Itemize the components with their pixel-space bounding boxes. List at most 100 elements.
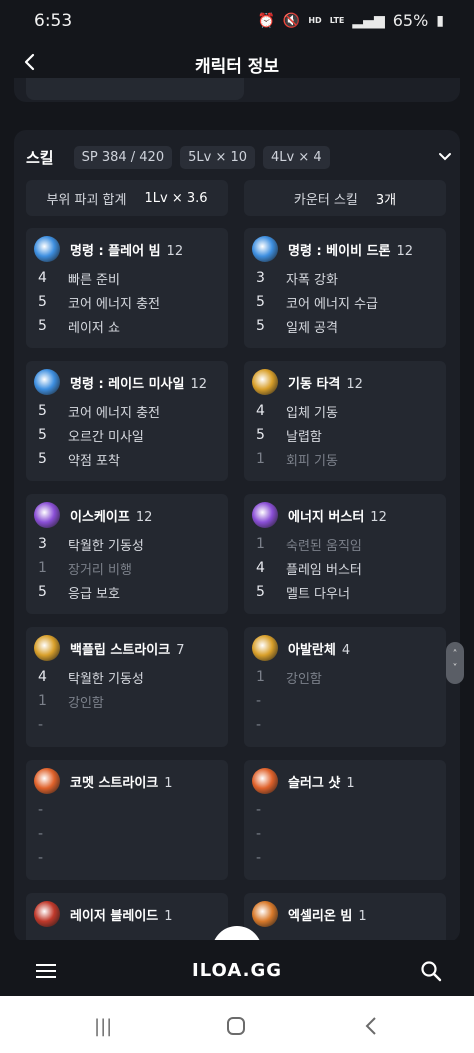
skill-level: 12 — [370, 510, 387, 525]
skill-card[interactable]: 명령 : 플레어 빔 12 4 빠른 준비 5 코어 에너지 충전 5 레이저 쇼 — [26, 228, 228, 348]
status-icons: ⏰ 🔇 HD LTE ▂▄▆ 65% ▮ — [257, 11, 444, 30]
tripod-row: - — [256, 800, 286, 820]
skill-icon — [34, 768, 60, 794]
tripod-row: 1 숙련된 움직임 — [256, 534, 362, 554]
tripod-row: 1 강인함 — [38, 691, 104, 711]
page-title: 캐릭터 정보 — [194, 57, 280, 77]
home-icon[interactable] — [226, 1016, 246, 1041]
tripod-name: 탁월한 기동성 — [68, 538, 144, 554]
tripod-name: 빠른 준비 — [68, 272, 120, 288]
hd-voice-icon: HD — [308, 15, 322, 25]
tripod-name: 장거리 비행 — [68, 562, 132, 578]
tripod-level: - — [38, 826, 44, 842]
skill-level: 12 — [166, 244, 184, 259]
skill-card[interactable]: 슬러그 샷 1 - - - — [244, 760, 446, 880]
skill-level: 12 — [396, 244, 414, 259]
tripod-row: 1 강인함 — [256, 667, 322, 687]
skill-level: 1 — [164, 909, 173, 924]
tripod-name: 레이저 쇼 — [68, 320, 120, 336]
tripod-row: 4 입체 기동 — [256, 401, 338, 421]
skill-icon — [252, 768, 278, 794]
tripod-level: 3 — [256, 270, 265, 286]
skill-card[interactable]: 엑셀리온 빔 1 — [244, 893, 446, 942]
skill-card[interactable]: 명령 : 베이비 드론 12 3 자폭 강화 5 코어 에너지 수급 5 일제 공격 — [244, 228, 446, 348]
counter-skill-summary: 카운터 스킬 3개 — [244, 180, 446, 216]
counter-skill-label: 카운터 스킬 — [293, 192, 358, 208]
tripod-level: 5 — [256, 584, 265, 600]
skill-card[interactable]: 코멧 스트라이크 1 - - - — [26, 760, 228, 880]
tripod-level: 5 — [256, 318, 265, 334]
tripod-name: 코어 에너지 충전 — [68, 296, 160, 312]
tripod-name: 강인함 — [286, 671, 322, 687]
skill-card[interactable]: 기동 타격 12 4 입체 기동 5 날렵함 1 회피 기동 — [244, 361, 446, 481]
skill-card[interactable]: 이스케이프 12 3 탁월한 기동성 1 장거리 비행 5 응급 보호 — [26, 494, 228, 614]
skill-name-text: 기동 타격 — [288, 377, 341, 392]
tripod-level: - — [256, 850, 262, 866]
tripod-row: 5 오르간 미사일 — [38, 425, 144, 445]
skill-icon — [252, 369, 278, 395]
skill-name-text: 명령 : 베이비 드론 — [288, 244, 391, 259]
tripod-level: 5 — [38, 584, 47, 600]
tripod-level: - — [256, 802, 262, 818]
skill-icon — [34, 236, 60, 262]
tripod-row: 5 레이저 쇼 — [38, 316, 120, 336]
skill-name: 코멧 스트라이크 1 — [70, 772, 173, 791]
tripod-name: 날렵함 — [286, 429, 322, 445]
tripod-level: - — [38, 802, 44, 818]
system-nav-bar: ||| — [0, 996, 474, 1053]
skill-card[interactable]: 레이저 블레이드 1 — [26, 893, 228, 942]
tripod-row: 5 응급 보호 — [38, 582, 120, 602]
skill-name-text: 코멧 스트라이크 — [70, 776, 159, 791]
tripod-level: - — [38, 717, 44, 733]
tripod-row: - — [38, 848, 68, 868]
battery-icon: ▮ — [436, 12, 444, 29]
status-bar: 6:53 ⏰ 🔇 HD LTE ▂▄▆ 65% ▮ — [0, 0, 474, 40]
tripod-level: 1 — [256, 669, 265, 685]
tripod-name: 일제 공격 — [286, 320, 338, 336]
tripod-row: 3 탁월한 기동성 — [38, 534, 144, 554]
skill-name: 기동 타격 12 — [288, 373, 363, 392]
skill-name-text: 이스케이프 — [70, 510, 130, 525]
skill-card[interactable]: 명령 : 레이드 미사일 12 5 코어 에너지 충전 5 오르간 미사일 5 약점 포착 — [26, 361, 228, 481]
tripod-level: 5 — [256, 294, 265, 310]
tripod-level: 1 — [38, 693, 47, 709]
search-icon[interactable] — [420, 960, 442, 982]
recents-icon[interactable]: ||| — [94, 1016, 112, 1037]
mute-icon: 🔇 — [282, 12, 301, 29]
tripod-row: 5 약점 포착 — [38, 449, 120, 469]
skill-name: 엑셀리온 빔 1 — [288, 905, 367, 924]
tripod-level: 5 — [38, 451, 47, 467]
tripod-name: 약점 포착 — [68, 453, 120, 469]
tripod-row: 5 멜트 다우너 — [256, 582, 350, 602]
tripod-name: 자폭 강화 — [286, 272, 338, 288]
back-nav-icon[interactable] — [364, 1016, 378, 1041]
tripod-level: - — [256, 693, 262, 709]
tripod-name: 강인함 — [68, 695, 104, 711]
skill-card[interactable]: 아발란체 4 1 강인함 - - — [244, 627, 446, 747]
skill-icon — [34, 635, 60, 661]
scroll-handle[interactable]: ˄ ˅ — [446, 642, 464, 684]
skill-name: 명령 : 레이드 미사일 12 — [70, 373, 207, 392]
skill-level: 1 — [358, 909, 367, 924]
tripod-level: 4 — [38, 669, 47, 685]
skill-name: 이스케이프 12 — [70, 506, 152, 525]
skill-card[interactable]: 에너지 버스터 12 1 숙련된 움직임 4 플레임 버스터 5 멜트 다우너 — [244, 494, 446, 614]
skill-name-text: 백플립 스트라이크 — [70, 643, 171, 658]
tripod-row: - — [256, 715, 286, 735]
tripod-level: - — [38, 850, 44, 866]
bottom-nav: ILOA.GG — [0, 940, 474, 996]
tripod-level: 1 — [256, 536, 265, 552]
tripod-row: 5 날렵함 — [256, 425, 322, 445]
tripod-level: 4 — [256, 403, 265, 419]
tripod-level: - — [256, 826, 262, 842]
skill-icon — [34, 369, 60, 395]
skill-name-text: 명령 : 레이드 미사일 — [70, 377, 185, 392]
site-logo[interactable]: ILOA.GG — [0, 960, 474, 981]
skill-card[interactable]: 백플립 스트라이크 7 4 탁월한 기동성 1 강인함 - — [26, 627, 228, 747]
skill-name-text: 아발란체 — [288, 643, 336, 658]
counter-skill-value: 3개 — [375, 192, 397, 208]
chevron-down-icon[interactable] — [438, 150, 451, 162]
tripod-row: - — [256, 824, 286, 844]
tripod-name: 플레임 버스터 — [286, 562, 362, 578]
tripod-row: 4 플레임 버스터 — [256, 558, 362, 578]
